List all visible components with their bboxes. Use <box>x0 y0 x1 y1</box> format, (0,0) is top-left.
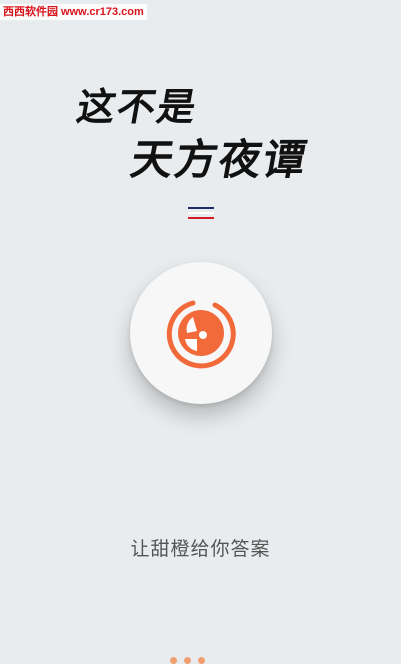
watermark: 西西软件园 www.cr173.com <box>0 4 147 20</box>
slogan-line-2: 天方夜谭 <box>127 135 312 184</box>
page-dot <box>184 657 191 664</box>
page-dot <box>198 657 205 664</box>
orange-slice-logo-icon <box>166 300 236 369</box>
logo-button[interactable] <box>130 262 272 404</box>
tricolor-divider <box>188 207 214 222</box>
page-dot <box>170 657 177 664</box>
page-indicator <box>170 657 205 664</box>
slogan-line-1: 这不是 <box>73 84 202 129</box>
tagline: 让甜橙给你答案 <box>130 538 271 560</box>
